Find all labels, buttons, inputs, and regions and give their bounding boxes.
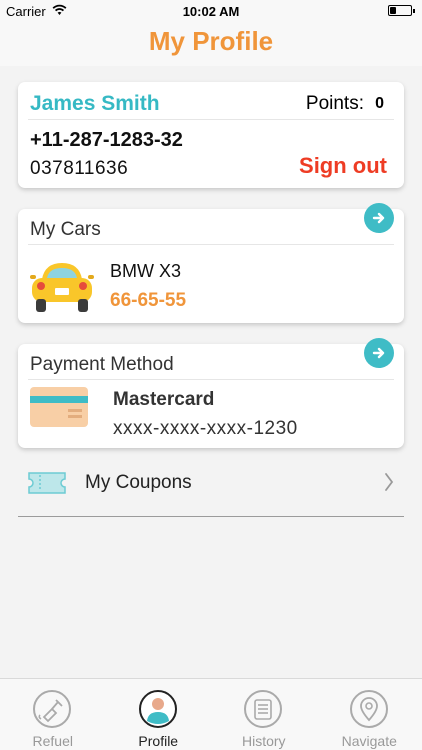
- fuel-nozzle-icon: [33, 690, 71, 728]
- credit-card-icon: [30, 387, 88, 427]
- divider: [28, 119, 394, 120]
- car-plate: 66-65-55: [110, 290, 187, 311]
- payment-card-number: xxxx-xxxx-xxxx-1230: [113, 418, 298, 439]
- payment-name: Mastercard: [113, 389, 215, 410]
- tab-bar: Refuel Profile History Navigate: [0, 678, 422, 750]
- points-value: 0: [375, 95, 384, 112]
- sign-out-button[interactable]: Sign out: [299, 153, 387, 179]
- user-id: 037811636: [30, 158, 129, 179]
- user-name: James Smith: [30, 92, 160, 115]
- battery-icon: [388, 5, 415, 16]
- history-list-icon: [244, 690, 282, 728]
- divider: [28, 244, 394, 245]
- map-pin-icon: [349, 690, 388, 728]
- page-title: My Profile: [0, 22, 422, 66]
- arrow-right-icon: [372, 347, 385, 359]
- payment-method-card: Payment Method Mastercard xxxx-xxxx-xxxx…: [18, 338, 404, 448]
- ticket-icon: [28, 472, 66, 494]
- car-icon: [30, 263, 94, 312]
- my-cars-arrow-button[interactable]: [364, 203, 394, 233]
- car-model: BMW X3: [110, 261, 182, 281]
- status-bar: Carrier 10:02 AM: [0, 0, 422, 22]
- tab-profile[interactable]: Profile: [106, 679, 212, 750]
- user-icon: [138, 690, 177, 728]
- tab-navigate[interactable]: Navigate: [317, 679, 422, 750]
- tab-label: History: [241, 733, 286, 749]
- arrow-right-icon: [372, 212, 385, 224]
- payment-method-title: Payment Method: [30, 354, 174, 375]
- divider: [28, 379, 394, 380]
- my-cars-title: My Cars: [30, 219, 101, 240]
- my-coupons-row[interactable]: My Coupons: [18, 462, 404, 516]
- tab-refuel[interactable]: Refuel: [0, 679, 106, 750]
- my-cars-card: My Cars BMW X3 66-65-55: [18, 203, 404, 323]
- tab-label: Navigate: [341, 733, 397, 749]
- my-coupons-label: My Coupons: [85, 472, 192, 493]
- points-label: Points:: [305, 93, 364, 114]
- clock: 10:02 AM: [182, 4, 240, 19]
- chevron-right-icon: [385, 473, 394, 491]
- payment-arrow-button[interactable]: [364, 338, 394, 368]
- battery-level: [390, 7, 396, 14]
- profile-card: James Smith Points: 0 +11-287-1283-32 03…: [18, 82, 404, 188]
- divider: [18, 516, 404, 517]
- tab-label: Profile: [138, 733, 179, 749]
- tab-label: Refuel: [32, 733, 73, 749]
- phone-number: +11-287-1283-32: [30, 129, 183, 151]
- tab-history[interactable]: History: [211, 679, 317, 750]
